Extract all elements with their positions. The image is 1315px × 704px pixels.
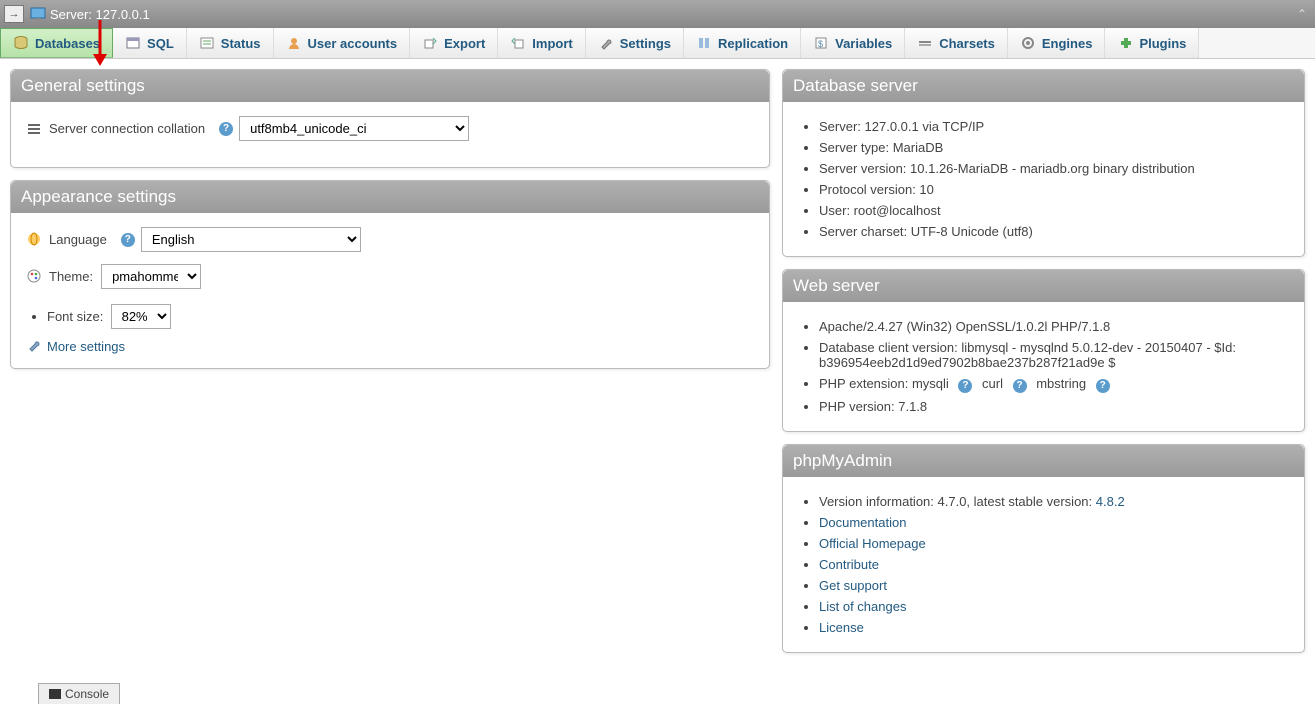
tab-label: SQL (147, 36, 174, 51)
panel-title: Database server (783, 70, 1304, 102)
pma-link[interactable]: Contribute (819, 557, 879, 572)
pma-link[interactable]: License (819, 620, 864, 635)
webserver-list: Apache/2.4.27 (Win32) OpenSSL/1.0.2l PHP… (819, 316, 1288, 417)
tab-label: Status (221, 36, 261, 51)
list-item: Get support (819, 575, 1288, 596)
help-icon[interactable]: ? (958, 379, 972, 393)
database-icon (13, 35, 29, 51)
web-server-panel: Web server Apache/2.4.27 (Win32) OpenSSL… (782, 269, 1305, 432)
list-item: Server charset: UTF-8 Unicode (utf8) (819, 221, 1288, 242)
tab-user-accounts[interactable]: User accounts (274, 28, 411, 58)
panel-title: Web server (783, 270, 1304, 302)
topbar: → Server: 127.0.0.1 ⌃ (0, 0, 1315, 28)
main-tabs: Databases SQL Status User accounts Expor… (0, 28, 1315, 59)
more-settings-link[interactable]: More settings (27, 338, 753, 354)
export-icon (422, 35, 438, 51)
help-icon[interactable]: ? (1013, 379, 1027, 393)
pma-link[interactable]: List of changes (819, 599, 906, 614)
annotation-arrow-icon (90, 20, 110, 66)
console-toggle[interactable]: Console (38, 683, 120, 704)
theme-icon (27, 269, 43, 285)
fontsize-select[interactable]: 82% (111, 304, 171, 329)
collation-icon (27, 121, 43, 137)
phpmyadmin-panel: phpMyAdmin Version information: 4.7.0, l… (782, 444, 1305, 653)
list-item: Server version: 10.1.26-MariaDB - mariad… (819, 158, 1288, 179)
variables-icon: $ (813, 35, 829, 51)
wrench-icon (27, 338, 43, 354)
help-icon[interactable]: ? (1096, 379, 1110, 393)
list-item: PHP version: 7.1.8 (819, 396, 1288, 417)
language-select[interactable]: English (141, 227, 361, 252)
list-item: Database client version: libmysql - mysq… (819, 337, 1288, 373)
engines-icon (1020, 35, 1036, 51)
theme-label: Theme: (49, 269, 93, 284)
console-label: Console (65, 687, 109, 701)
list-item: User: root@localhost (819, 200, 1288, 221)
import-icon (510, 35, 526, 51)
server-icon (30, 7, 46, 21)
tab-variables[interactable]: $ Variables (801, 28, 905, 58)
list-item: Contribute (819, 554, 1288, 575)
pma-link[interactable]: Official Homepage (819, 536, 926, 551)
dbserver-list: Server: 127.0.0.1 via TCP/IPServer type:… (819, 116, 1288, 242)
tab-status[interactable]: Status (187, 28, 274, 58)
tab-settings[interactable]: Settings (586, 28, 684, 58)
sql-icon (125, 35, 141, 51)
list-item: License (819, 617, 1288, 638)
wrench-icon (598, 35, 614, 51)
version-link[interactable]: 4.8.2 (1096, 494, 1125, 509)
tab-label: Export (444, 36, 485, 51)
collation-label: Server connection collation (49, 121, 205, 136)
nav-back-button[interactable]: → (4, 5, 24, 23)
language-icon (27, 232, 43, 248)
tab-label: Charsets (939, 36, 995, 51)
tab-label: Engines (1042, 36, 1093, 51)
list-item: Server type: MariaDB (819, 137, 1288, 158)
tab-import[interactable]: Import (498, 28, 585, 58)
panel-title: phpMyAdmin (783, 445, 1304, 477)
tab-replication[interactable]: Replication (684, 28, 801, 58)
tab-engines[interactable]: Engines (1008, 28, 1106, 58)
list-item: PHP extension: mysqli ? curl ? mbstring … (819, 373, 1288, 396)
tab-export[interactable]: Export (410, 28, 498, 58)
general-settings-panel: General settings Server connection colla… (10, 69, 770, 168)
charsets-icon (917, 35, 933, 51)
list-item: Apache/2.4.27 (Win32) OpenSSL/1.0.2l PHP… (819, 316, 1288, 337)
fontsize-label: Font size: (47, 309, 103, 324)
status-icon (199, 35, 215, 51)
list-item: Documentation (819, 512, 1288, 533)
tab-label: Variables (835, 36, 892, 51)
pma-link[interactable]: Documentation (819, 515, 906, 530)
panel-title: General settings (11, 70, 769, 102)
list-item: Official Homepage (819, 533, 1288, 554)
collation-select[interactable]: utf8mb4_unicode_ci (239, 116, 469, 141)
tab-label: Replication (718, 36, 788, 51)
collapse-icon[interactable]: ⌃ (1297, 7, 1307, 21)
list-item: Protocol version: 10 (819, 179, 1288, 200)
help-icon[interactable]: ? (219, 122, 233, 136)
list-item: List of changes (819, 596, 1288, 617)
appearance-settings-panel: Appearance settings Language ? English T… (10, 180, 770, 369)
tab-label: Plugins (1139, 36, 1186, 51)
console-icon (49, 689, 61, 699)
help-icon[interactable]: ? (121, 233, 135, 247)
pma-list: Version information: 4.7.0, latest stabl… (819, 491, 1288, 638)
list-item: Server: 127.0.0.1 via TCP/IP (819, 116, 1288, 137)
list-item: Version information: 4.7.0, latest stabl… (819, 491, 1288, 512)
tab-charsets[interactable]: Charsets (905, 28, 1008, 58)
replication-icon (696, 35, 712, 51)
panel-title: Appearance settings (11, 181, 769, 213)
database-server-panel: Database server Server: 127.0.0.1 via TC… (782, 69, 1305, 257)
plugins-icon (1117, 35, 1133, 51)
users-icon (286, 35, 302, 51)
tab-label: Import (532, 36, 572, 51)
language-label: Language (49, 232, 107, 247)
pma-link[interactable]: Get support (819, 578, 887, 593)
theme-select[interactable]: pmahomme (101, 264, 201, 289)
tab-plugins[interactable]: Plugins (1105, 28, 1199, 58)
tab-label: User accounts (308, 36, 398, 51)
tab-label: Settings (620, 36, 671, 51)
tab-sql[interactable]: SQL (113, 28, 187, 58)
svg-text:$: $ (818, 39, 823, 49)
